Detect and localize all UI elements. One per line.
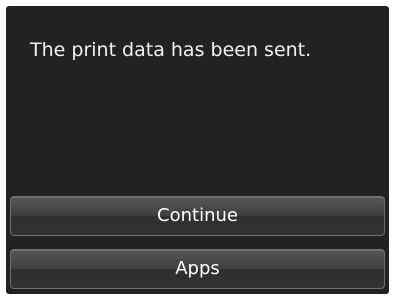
status-message: The print data has been sent. xyxy=(30,39,312,61)
continue-button-label: Continue xyxy=(157,205,238,226)
touch-screen: The print data has been sent. Continue A… xyxy=(6,6,389,294)
printer-panel-frame: The print data has been sent. Continue A… xyxy=(0,0,394,300)
continue-button[interactable]: Continue xyxy=(10,196,385,236)
apps-button[interactable]: Apps xyxy=(10,249,385,289)
apps-button-label: Apps xyxy=(175,258,220,279)
